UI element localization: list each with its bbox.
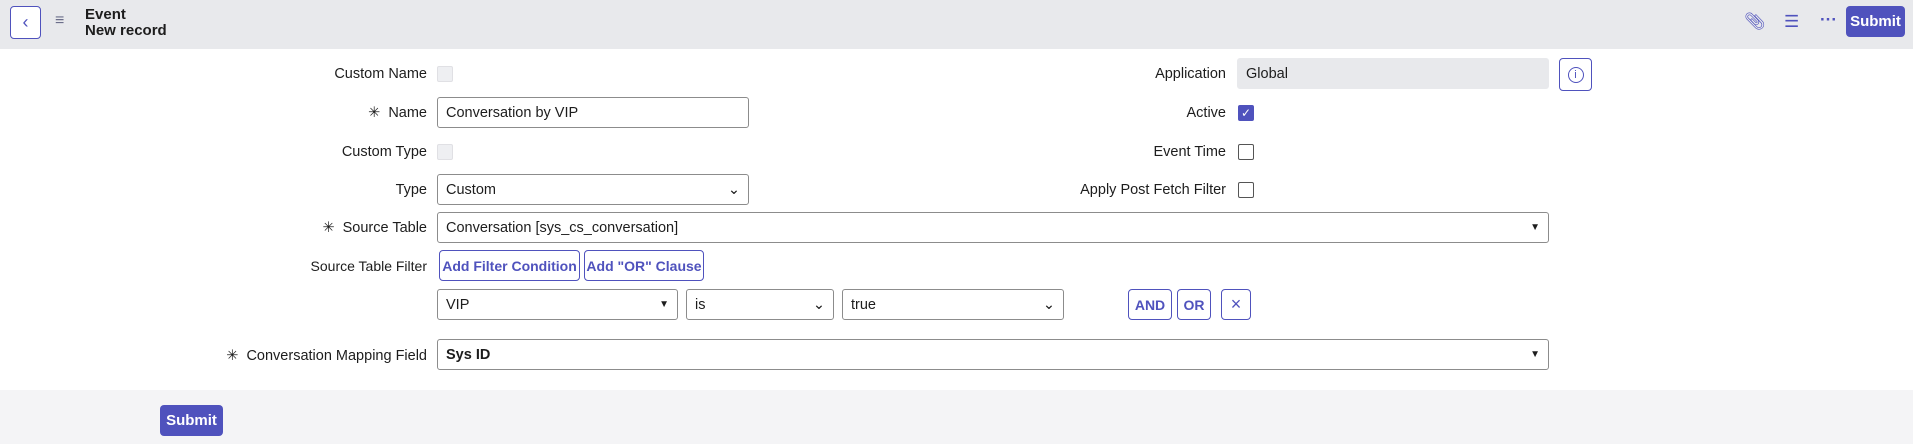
apply-post-fetch-checkbox[interactable] xyxy=(1238,182,1254,198)
filter-operator-select[interactable]: is ⌄ xyxy=(686,289,834,320)
type-select[interactable]: Custom ⌄ xyxy=(437,174,749,205)
chevron-down-icon: ⌄ xyxy=(812,296,825,313)
header-submit-button[interactable]: Submit xyxy=(1846,6,1905,37)
source-table-label: ✳ Source Table xyxy=(7,218,427,238)
filter-field-value: VIP xyxy=(446,296,470,313)
required-icon: ✳ xyxy=(368,105,381,121)
settings-sliders-icon[interactable]: ☰ xyxy=(1784,12,1799,32)
info-icon: i xyxy=(1567,66,1584,83)
chevron-down-icon: ⌄ xyxy=(1042,296,1055,313)
add-filter-condition-button[interactable]: Add Filter Condition xyxy=(439,250,580,281)
filter-operator-value: is xyxy=(695,296,706,313)
page-subtitle: New record xyxy=(85,22,167,39)
filter-field-select[interactable]: VIP ▼ xyxy=(437,289,678,320)
apply-post-fetch-label: Apply Post Fetch Filter xyxy=(1080,182,1226,198)
info-button[interactable]: i xyxy=(1559,58,1592,91)
mapping-select[interactable]: Sys ID ▼ xyxy=(437,339,1549,370)
source-table-select[interactable]: Conversation [sys_cs_conversation] ▼ xyxy=(437,212,1549,243)
paperclip-icon[interactable]: 📎︎ xyxy=(1744,12,1766,32)
back-button[interactable]: ‹ xyxy=(10,6,41,39)
form-footer xyxy=(0,390,1913,444)
event-time-checkbox[interactable] xyxy=(1238,144,1254,160)
page-title: Event xyxy=(85,6,126,23)
remove-condition-button[interactable]: × xyxy=(1221,289,1251,320)
name-input[interactable]: Conversation by VIP xyxy=(437,97,749,128)
type-value: Custom xyxy=(446,181,496,198)
custom-name-checkbox xyxy=(437,66,453,82)
header-bar xyxy=(0,0,1913,49)
mapping-label: ✳ Conversation Mapping Field xyxy=(7,346,427,366)
required-icon: ✳ xyxy=(226,348,239,364)
more-options-icon[interactable]: ··· xyxy=(1820,10,1837,30)
filter-value-value: true xyxy=(851,296,876,313)
footer-submit-button[interactable]: Submit xyxy=(160,405,223,436)
type-label: Type xyxy=(395,182,427,198)
custom-type-label: Custom Type xyxy=(341,144,427,160)
menu-icon[interactable]: ≡ xyxy=(55,12,64,30)
active-label: Active xyxy=(1186,105,1227,121)
caret-down-icon: ▼ xyxy=(659,299,669,310)
and-button[interactable]: AND xyxy=(1128,289,1172,320)
filter-value-select[interactable]: true ⌄ xyxy=(842,289,1064,320)
mapping-value: Sys ID xyxy=(446,346,491,363)
chevron-left-icon: ‹ xyxy=(22,12,29,32)
mapping-label-text: Conversation Mapping Field xyxy=(246,348,427,364)
source-table-filter-label: Source Table Filter xyxy=(310,258,427,274)
application-field: Global xyxy=(1237,58,1549,89)
caret-down-icon: ▼ xyxy=(1530,222,1540,233)
source-table-value: Conversation [sys_cs_conversation] xyxy=(446,219,679,236)
chevron-down-icon: ⌄ xyxy=(727,181,740,198)
event-time-label: Event Time xyxy=(1153,144,1226,160)
application-label: Application xyxy=(1155,66,1226,82)
source-table-label-text: Source Table xyxy=(342,220,427,236)
add-or-clause-button[interactable]: Add "OR" Clause xyxy=(584,250,704,281)
name-label: ✳ Name xyxy=(7,103,427,123)
name-label-text: Name xyxy=(388,105,427,121)
or-button[interactable]: OR xyxy=(1177,289,1211,320)
custom-name-label: Custom Name xyxy=(334,66,427,82)
active-checkbox[interactable]: ✓ xyxy=(1238,105,1254,121)
custom-type-checkbox xyxy=(437,144,453,160)
required-icon: ✳ xyxy=(322,220,335,236)
caret-down-icon: ▼ xyxy=(1530,349,1540,360)
